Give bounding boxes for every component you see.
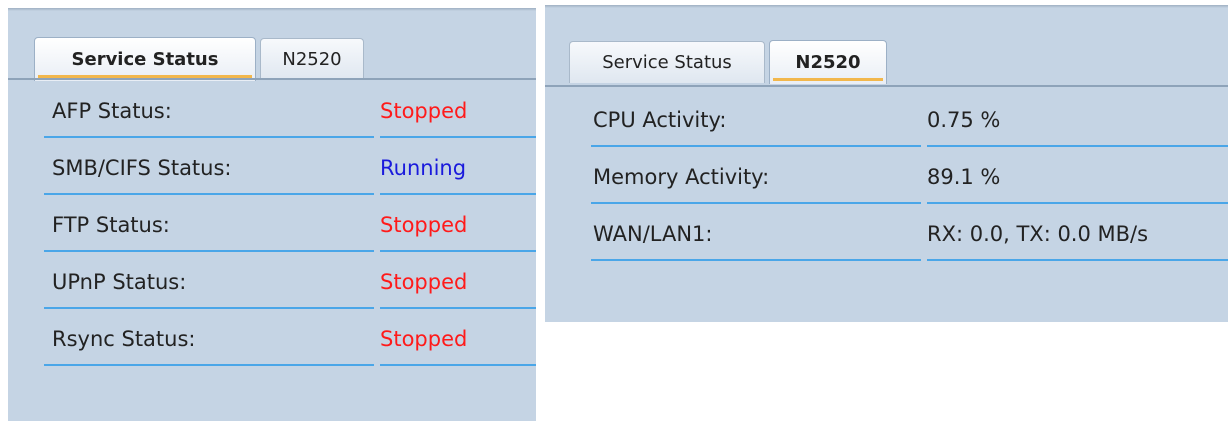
tab-service-status[interactable]: Service Status <box>569 41 765 83</box>
service-status-list: AFP Status: Stopped SMB/CIFS Status: Run… <box>8 86 536 371</box>
activity-value: RX: 0.0, TX: 0.0 MB/s <box>927 209 1228 261</box>
status-value: Running <box>380 143 536 195</box>
tab-bar-divider <box>545 85 1228 87</box>
activity-row-cpu: CPU Activity: 0.75 % <box>545 95 1228 152</box>
status-row-upnp: UPnP Status: Stopped <box>8 257 536 314</box>
tab-bar: Service Status N2520 <box>34 36 368 81</box>
tab-n2520[interactable]: N2520 <box>769 40 887 84</box>
status-row-rsync: Rsync Status: Stopped <box>8 314 536 371</box>
system-activity-list: CPU Activity: 0.75 % Memory Activity: 89… <box>545 95 1228 266</box>
system-activity-panel: Service Status N2520 CPU Activity: 0.75 … <box>545 5 1228 322</box>
status-row-smb-cifs: SMB/CIFS Status: Running <box>8 143 536 200</box>
status-value: Stopped <box>380 86 536 138</box>
activity-label: CPU Activity: <box>591 95 921 147</box>
tab-service-status[interactable]: Service Status <box>34 37 256 81</box>
activity-value: 89.1 % <box>927 152 1228 204</box>
service-status-panel: Service Status N2520 AFP Status: Stopped… <box>8 8 536 421</box>
activity-label: Memory Activity: <box>591 152 921 204</box>
status-value: Stopped <box>380 314 536 366</box>
activity-row-wan-lan1: WAN/LAN1: RX: 0.0, TX: 0.0 MB/s <box>545 209 1228 266</box>
status-value: Stopped <box>380 257 536 309</box>
status-label: UPnP Status: <box>44 257 374 309</box>
tab-n2520[interactable]: N2520 <box>260 38 364 80</box>
activity-label: WAN/LAN1: <box>591 209 921 261</box>
status-label: FTP Status: <box>44 200 374 252</box>
activity-row-memory: Memory Activity: 89.1 % <box>545 152 1228 209</box>
tab-bar-divider <box>8 78 536 80</box>
panel-top-border <box>8 8 536 11</box>
panel-top-border <box>545 5 1228 8</box>
tab-bar: Service Status N2520 <box>569 39 891 84</box>
activity-value: 0.75 % <box>927 95 1228 147</box>
status-row-ftp: FTP Status: Stopped <box>8 200 536 257</box>
status-row-afp: AFP Status: Stopped <box>8 86 536 143</box>
status-label: Rsync Status: <box>44 314 374 366</box>
status-label: AFP Status: <box>44 86 374 138</box>
status-value: Stopped <box>380 200 536 252</box>
status-label: SMB/CIFS Status: <box>44 143 374 195</box>
